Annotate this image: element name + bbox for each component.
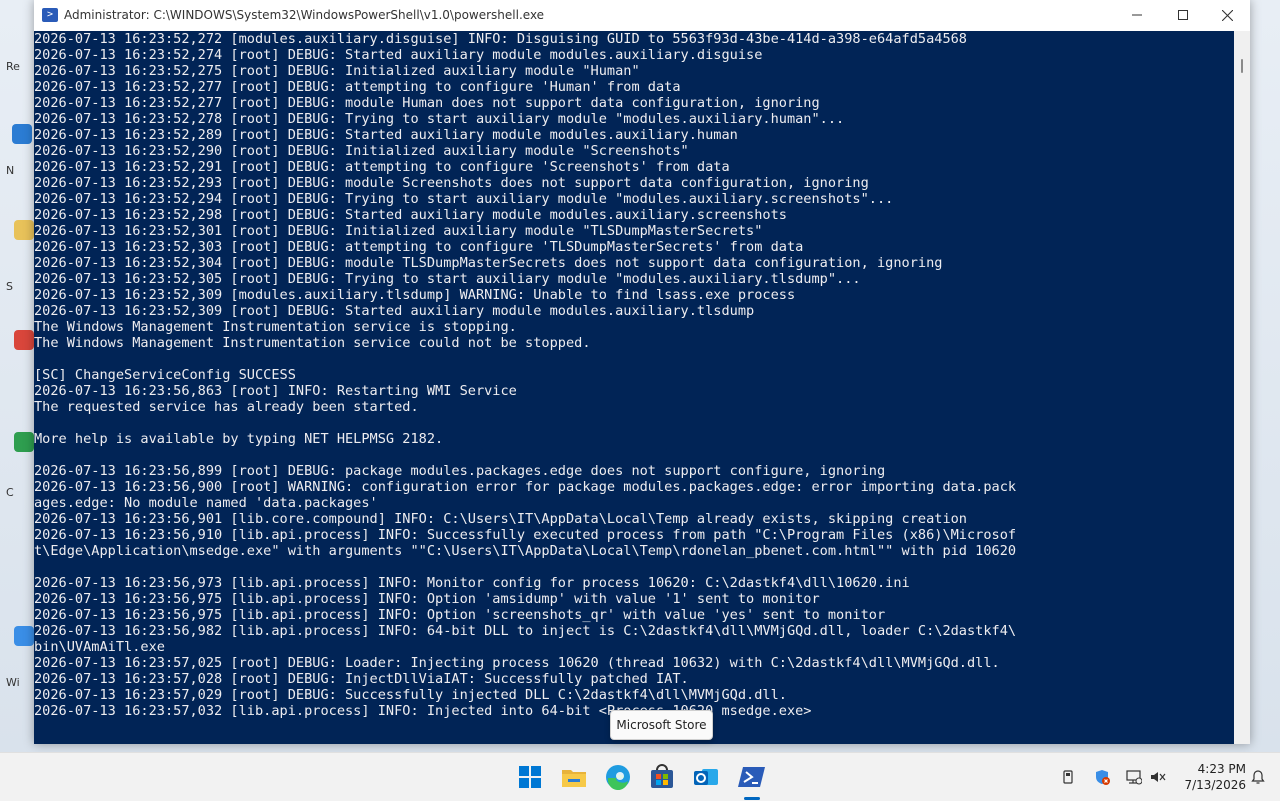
console-line: 2026-07-13 16:23:52,294 [root] DEBUG: Tr…	[34, 191, 894, 207]
taskbar-microsoft-store[interactable]	[646, 761, 678, 793]
console-line: 2026-07-13 16:23:52,289 [root] DEBUG: St…	[34, 127, 738, 143]
powershell-icon: >	[42, 8, 58, 22]
windows-start-icon	[519, 766, 541, 788]
console-line: 2026-07-13 16:23:56,910 [lib.api.process…	[34, 527, 1017, 543]
console-line: The Windows Management Instrumentation s…	[34, 335, 591, 351]
console-line: 2026-07-13 16:23:52,309 [modules.auxilia…	[34, 287, 796, 303]
desktop-shortcut-icon[interactable]	[12, 124, 32, 144]
close-button[interactable]	[1204, 0, 1250, 31]
powershell-icon	[738, 767, 765, 787]
system-clock[interactable]: 4:23 PM 7/13/2026	[1176, 761, 1246, 793]
maximize-button[interactable]	[1160, 0, 1206, 31]
taskbar-powershell[interactable]	[736, 761, 768, 793]
console-line: 2026-07-13 16:23:52,309 [root] DEBUG: St…	[34, 303, 755, 319]
edge-icon	[606, 765, 630, 791]
usb-device-icon	[1063, 770, 1073, 784]
console-line: 2026-07-13 16:23:56,901 [lib.core.compou…	[34, 511, 967, 527]
minimize-button[interactable]	[1114, 0, 1160, 31]
desktop-label-fragment: S	[6, 280, 13, 293]
taskbar-edge[interactable]	[602, 761, 634, 793]
clock-time: 4:23 PM	[1197, 762, 1246, 776]
console-line: The Windows Management Instrumentation s…	[34, 319, 517, 335]
taskbar[interactable]: 4:23 PM 7/13/2026	[0, 752, 1280, 801]
console-line: 2026-07-13 16:23:57,029 [root] DEBUG: Su…	[34, 687, 787, 703]
desktop-shortcut-icon[interactable]	[14, 626, 34, 646]
console-line: [SC] ChangeServiceConfig SUCCESS	[34, 367, 296, 383]
console-line: 2026-07-13 16:23:52,274 [root] DEBUG: St…	[34, 47, 763, 63]
clock-date: 7/13/2026	[1184, 778, 1246, 792]
console-line: 2026-07-13 16:23:56,863 [root] INFO: Res…	[34, 383, 517, 399]
console-line: 2026-07-13 16:23:56,973 [lib.api.process…	[34, 575, 910, 591]
console-line: 2026-07-13 16:23:52,290 [root] DEBUG: In…	[34, 143, 689, 159]
desktop-shortcut-icon[interactable]	[14, 330, 34, 350]
console-line: 2026-07-13 16:23:57,025 [root] DEBUG: Lo…	[34, 655, 1000, 671]
desktop-label-fragment: Wi	[6, 676, 20, 689]
console-line: 2026-07-13 16:23:56,900 [root] WARNING: …	[34, 479, 1017, 495]
console-line: ages.edge: No module named 'data.package…	[34, 495, 378, 511]
console-line: bin\UVAmAiTl.exe	[34, 639, 165, 655]
console-line: 2026-07-13 16:23:57,028 [root] DEBUG: In…	[34, 671, 689, 687]
console-line: 2026-07-13 16:23:52,291 [root] DEBUG: at…	[34, 159, 730, 175]
console-output[interactable]: 2026-07-13 16:23:52,272 [modules.auxilia…	[34, 31, 1234, 744]
notification-bell-icon	[1251, 770, 1265, 784]
title-bar[interactable]: > Administrator: C:\WINDOWS\System32\Win…	[34, 0, 1250, 31]
taskbar-outlook[interactable]	[690, 761, 722, 793]
console-line: t\Edge\Application\msedge.exe" with argu…	[34, 543, 1017, 559]
console-line: 2026-07-13 16:23:52,277 [root] DEBUG: at…	[34, 79, 681, 95]
console-line: 2026-07-13 16:23:52,304 [root] DEBUG: mo…	[34, 255, 943, 271]
close-icon	[1221, 9, 1233, 21]
console-line: 2026-07-13 16:23:56,975 [lib.api.process…	[34, 591, 820, 607]
network-disconnected-icon	[1126, 770, 1143, 785]
console-line: 2026-07-13 16:23:52,305 [root] DEBUG: Tr…	[34, 271, 861, 287]
desktop-shortcut-icon[interactable]	[14, 220, 34, 240]
console-line: 2026-07-13 16:23:52,278 [root] DEBUG: Tr…	[34, 111, 845, 127]
maximize-icon	[1178, 10, 1188, 20]
tray-network-icon[interactable]	[1126, 769, 1143, 785]
console-line: 2026-07-13 16:23:52,277 [root] DEBUG: mo…	[34, 95, 820, 111]
console-line: 2026-07-13 16:23:56,982 [lib.api.process…	[34, 623, 1017, 639]
desktop-label-fragment: C	[6, 486, 14, 499]
console-line: More help is available by typing NET HEL…	[34, 431, 444, 447]
tray-security-icon[interactable]	[1094, 769, 1110, 785]
outlook-icon	[694, 769, 718, 785]
console-line: 2026-07-13 16:23:52,301 [root] DEBUG: In…	[34, 223, 763, 239]
taskbar-file-explorer[interactable]	[558, 761, 590, 793]
scrollbar-thumb[interactable]	[1241, 59, 1243, 73]
console-line: 2026-07-13 16:23:56,975 [lib.api.process…	[34, 607, 886, 623]
console-line: 2026-07-13 16:23:52,298 [root] DEBUG: St…	[34, 207, 787, 223]
folder-icon	[562, 770, 586, 787]
minimize-icon	[1132, 14, 1142, 16]
window-title: Administrator: C:\WINDOWS\System32\Windo…	[64, 8, 545, 22]
start-button[interactable]	[514, 761, 546, 793]
console-line: The requested service has already been s…	[34, 399, 419, 415]
taskbar-tooltip: Microsoft Store	[610, 710, 713, 740]
powershell-window[interactable]: > Administrator: C:\WINDOWS\System32\Win…	[34, 0, 1250, 744]
desktop-label-fragment: Re	[6, 60, 20, 73]
tray-volume-icon[interactable]	[1150, 769, 1166, 785]
volume-muted-icon	[1151, 772, 1166, 782]
shield-alert-icon	[1096, 770, 1110, 785]
vertical-scrollbar[interactable]	[1234, 31, 1250, 744]
console-line: 2026-07-13 16:23:56,899 [root] DEBUG: pa…	[34, 463, 886, 479]
console-line: 2026-07-13 16:23:52,293 [root] DEBUG: mo…	[34, 175, 869, 191]
tray-device-icon[interactable]	[1060, 769, 1076, 785]
desktop-shortcut-icon[interactable]	[14, 432, 34, 452]
store-icon	[651, 764, 673, 788]
desktop-label-fragment: N	[6, 164, 15, 177]
notification-button[interactable]	[1250, 769, 1266, 785]
console-line: 2026-07-13 16:23:52,272 [modules.auxilia…	[34, 31, 967, 47]
console-line: 2026-07-13 16:23:52,275 [root] DEBUG: In…	[34, 63, 640, 79]
console-line: 2026-07-13 16:23:52,303 [root] DEBUG: at…	[34, 239, 804, 255]
